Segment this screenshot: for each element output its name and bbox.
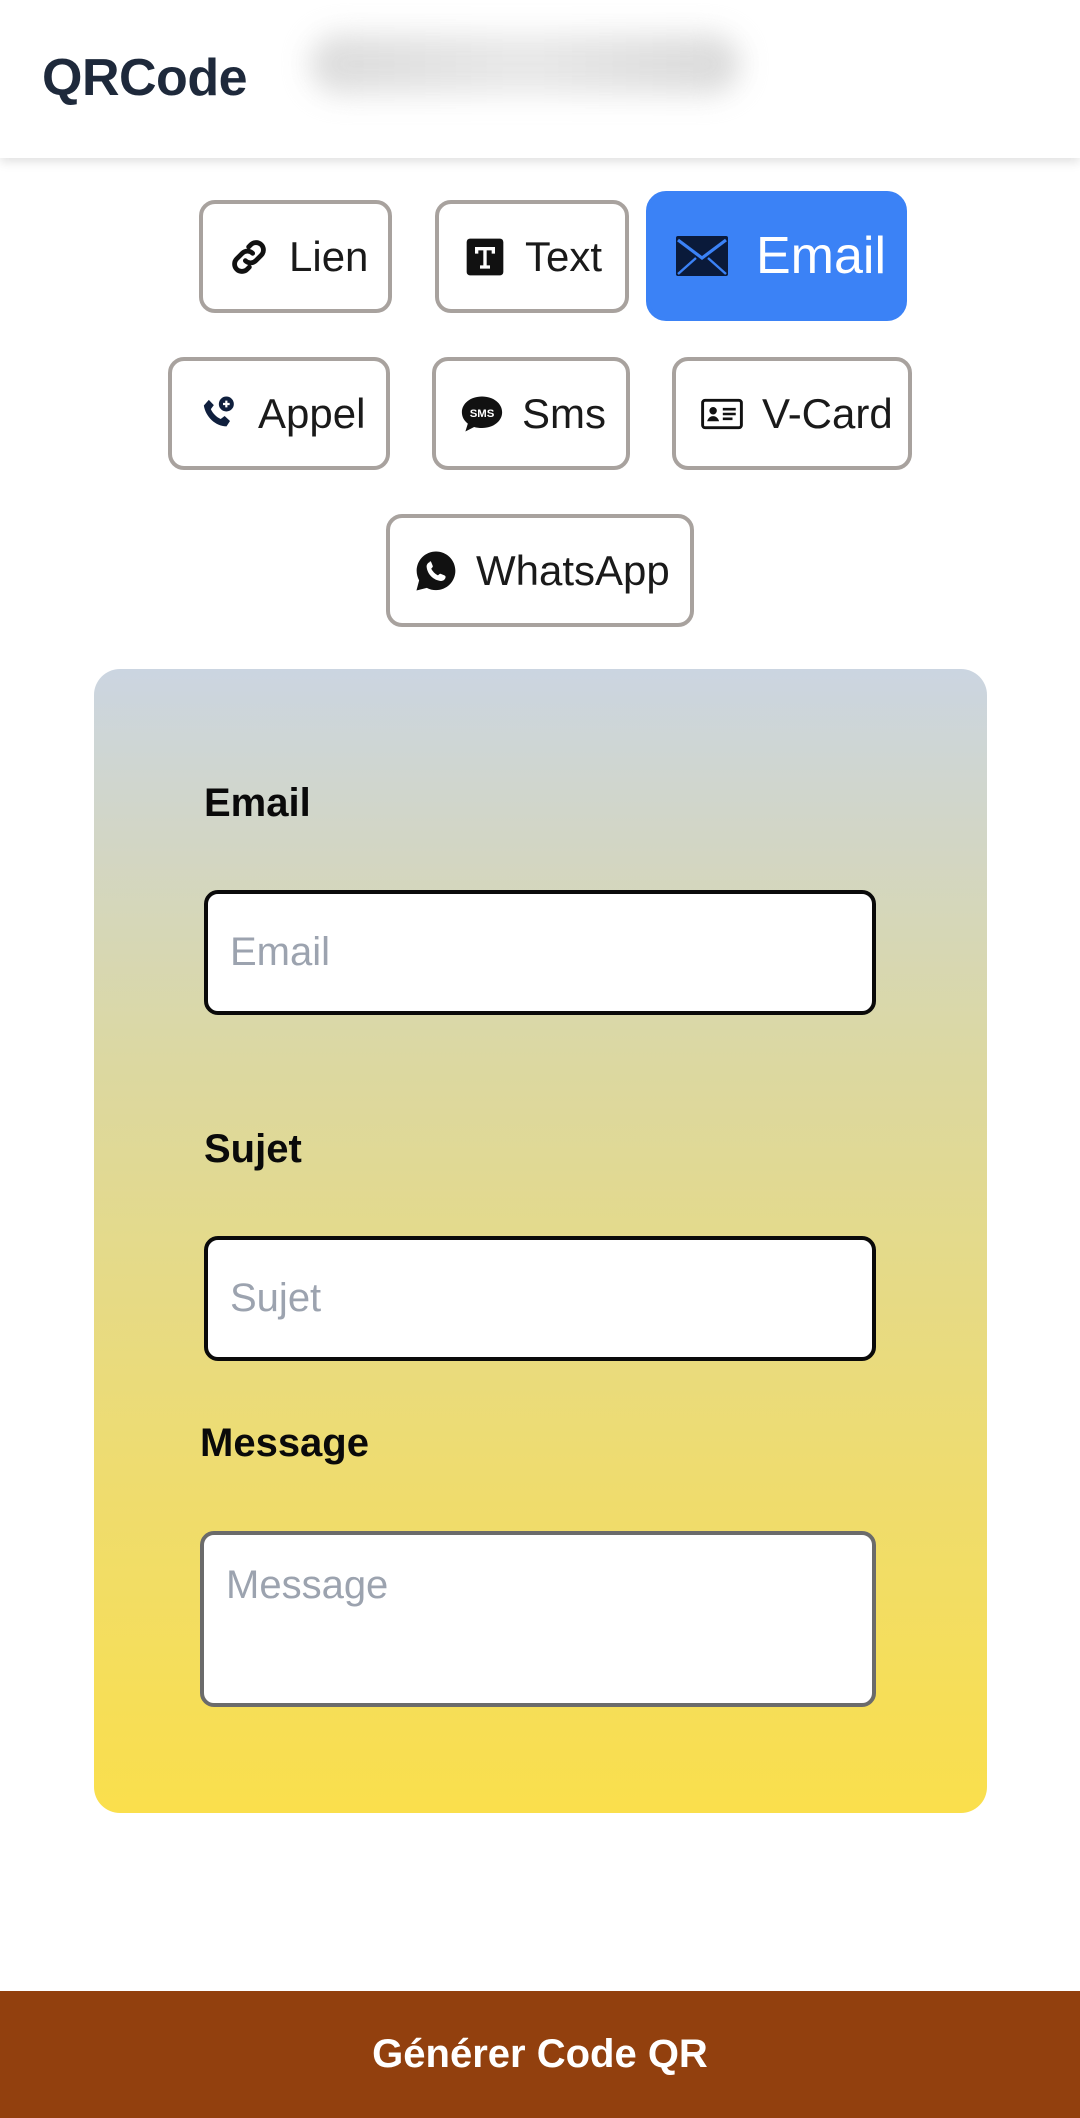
app-logo[interactable]: QRCode	[42, 48, 248, 108]
message-textarea[interactable]	[200, 1531, 876, 1707]
email-label: Email	[204, 781, 311, 825]
type-label-whatsapp: WhatsApp	[476, 546, 670, 594]
type-button-sms[interactable]: SMS Sms	[432, 357, 630, 470]
app-header: QRCode	[0, 0, 1080, 158]
whatsapp-icon	[412, 547, 460, 595]
type-button-email[interactable]: Email	[646, 191, 907, 321]
type-label-lien: Lien	[289, 232, 369, 280]
type-button-lien[interactable]: Lien	[199, 200, 392, 313]
id-card-icon	[698, 390, 746, 438]
link-icon	[225, 233, 273, 281]
type-button-vcard[interactable]: V-Card	[672, 357, 912, 470]
type-label-vcard: V-Card	[762, 389, 893, 437]
generate-qr-button[interactable]: Générer Code QR	[0, 1991, 1080, 2118]
type-label-sms: Sms	[522, 389, 606, 437]
type-label-email: Email	[756, 227, 887, 285]
envelope-icon	[674, 228, 730, 284]
email-input[interactable]	[204, 890, 876, 1015]
text-icon	[461, 233, 509, 281]
type-button-text[interactable]: Text	[435, 200, 629, 313]
svg-text:SMS: SMS	[470, 408, 495, 420]
blurred-header-content	[310, 34, 740, 94]
subject-input[interactable]	[204, 1236, 876, 1361]
sms-bubble-icon: SMS	[458, 390, 506, 438]
message-label: Message	[200, 1421, 369, 1465]
type-button-appel[interactable]: Appel	[168, 357, 390, 470]
email-form-card: Email Sujet Message	[94, 669, 987, 1813]
phone-icon	[194, 390, 242, 438]
subject-label: Sujet	[204, 1127, 302, 1171]
type-button-whatsapp[interactable]: WhatsApp	[386, 514, 694, 627]
type-label-appel: Appel	[258, 389, 366, 437]
type-label-text: Text	[525, 232, 603, 280]
